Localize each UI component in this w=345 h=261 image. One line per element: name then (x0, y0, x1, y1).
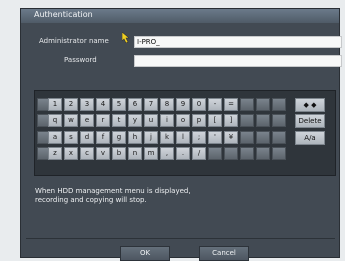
keyboard-blank-key (240, 114, 254, 127)
keyboard-key[interactable]: ' (208, 131, 222, 144)
authentication-dialog: Authentication Administrator name I-PRO_… (20, 8, 342, 261)
keyboard-key[interactable]: ; (192, 131, 206, 144)
warning-line-2: recording and copying will stop. (35, 196, 147, 204)
keyboard-key[interactable]: 7 (144, 98, 158, 111)
keyboard-key[interactable]: p (192, 114, 206, 127)
keyboard-key[interactable]: 0 (192, 98, 206, 111)
keyboard-key[interactable]: 6 (128, 98, 142, 111)
keyboard-blank-key (272, 147, 286, 160)
keyboard-key[interactable]: n (128, 147, 142, 160)
keyboard-key[interactable]: / (192, 147, 206, 160)
keyboard-blank-key (272, 114, 286, 127)
keyboard-key[interactable]: a (48, 131, 62, 144)
keyboard-key[interactable]: ¥ (224, 131, 238, 144)
keyboard-key[interactable]: = (224, 98, 238, 111)
keyboard-key[interactable]: 1 (48, 98, 62, 111)
password-label: Password (64, 56, 97, 64)
keyboard-blank-key (256, 114, 270, 127)
keyboard-key[interactable]: 4 (96, 98, 110, 111)
keyboard-blank-key (256, 147, 270, 160)
keyboard-key[interactable]: , (160, 147, 174, 160)
keyboard-key[interactable]: 2 (64, 98, 78, 111)
keyboard-blank-key (240, 131, 254, 144)
cursor-arrows-button[interactable]: ◆ ◆ (295, 98, 325, 112)
keyboard-key[interactable]: r (96, 114, 110, 127)
footer-divider (26, 238, 335, 239)
keyboard-blank-key (208, 147, 222, 160)
keyboard-key[interactable]: h (128, 131, 142, 144)
keyboard-blank-key (272, 131, 286, 144)
keyboard-key[interactable]: t (112, 114, 126, 127)
keyboard-key[interactable]: - (208, 98, 222, 111)
keyboard-key[interactable]: 9 (176, 98, 190, 111)
keyboard-key[interactable]: [ (208, 114, 222, 127)
dialog-title: Authentication (34, 10, 93, 19)
mouse-pointer-icon (121, 28, 131, 47)
keyboard-blank-key (256, 131, 270, 144)
admin-name-input[interactable]: I-PRO_ (134, 36, 342, 48)
admin-name-label: Administrator name (39, 37, 109, 45)
keyboard-key[interactable]: k (160, 131, 174, 144)
keyboard-key[interactable]: o (176, 114, 190, 127)
keyboard-key[interactable]: w (64, 114, 78, 127)
password-input[interactable] (134, 55, 342, 67)
keyboard-key[interactable]: d (80, 131, 94, 144)
titlebar: Authentication (21, 9, 339, 23)
keyboard-key[interactable]: b (112, 147, 126, 160)
keyboard-key[interactable]: j (144, 131, 158, 144)
keyboard-key[interactable]: 8 (160, 98, 174, 111)
keyboard-key[interactable]: q (48, 114, 62, 127)
case-toggle-button[interactable]: A/a (295, 131, 325, 145)
keyboard-key[interactable]: 5 (112, 98, 126, 111)
keyboard-key[interactable]: l (176, 131, 190, 144)
keyboard-blank-key (224, 147, 238, 160)
keyboard-blank-key (256, 98, 270, 111)
keyboard-key[interactable]: c (80, 147, 94, 160)
keyboard-blank-key (240, 147, 254, 160)
keyboard-blank-key (240, 98, 254, 111)
keyboard-key[interactable]: ] (224, 114, 238, 127)
keyboard-key[interactable]: i (160, 114, 174, 127)
ok-button[interactable]: OK (120, 246, 170, 261)
keyboard-key[interactable]: u (144, 114, 158, 127)
keyboard-blank-key (272, 98, 286, 111)
on-screen-keyboard: 1 2 3 4 5 6 7 8 9 0- = q w e r t y u i o p[] a s d f g h j k l; ' ¥ z x c v… (34, 90, 336, 176)
keyboard-key[interactable]: z (48, 147, 62, 160)
keyboard-key[interactable]: v (96, 147, 110, 160)
keyboard-key[interactable]: f (96, 131, 110, 144)
warning-line-1: When HDD management menu is displayed, (35, 187, 191, 195)
keyboard-key[interactable]: 3 (80, 98, 94, 111)
keyboard-key[interactable]: g (112, 131, 126, 144)
cancel-button[interactable]: Cancel (199, 246, 249, 261)
keyboard-key[interactable]: y (128, 114, 142, 127)
keyboard-key[interactable]: m (144, 147, 158, 160)
delete-button[interactable]: Delete (295, 114, 325, 128)
warning-message: When HDD management menu is displayed, r… (35, 187, 191, 205)
keyboard-key[interactable]: . (176, 147, 190, 160)
keyboard-key[interactable]: e (80, 114, 94, 127)
keyboard-key[interactable]: s (64, 131, 78, 144)
keyboard-key[interactable]: x (64, 147, 78, 160)
